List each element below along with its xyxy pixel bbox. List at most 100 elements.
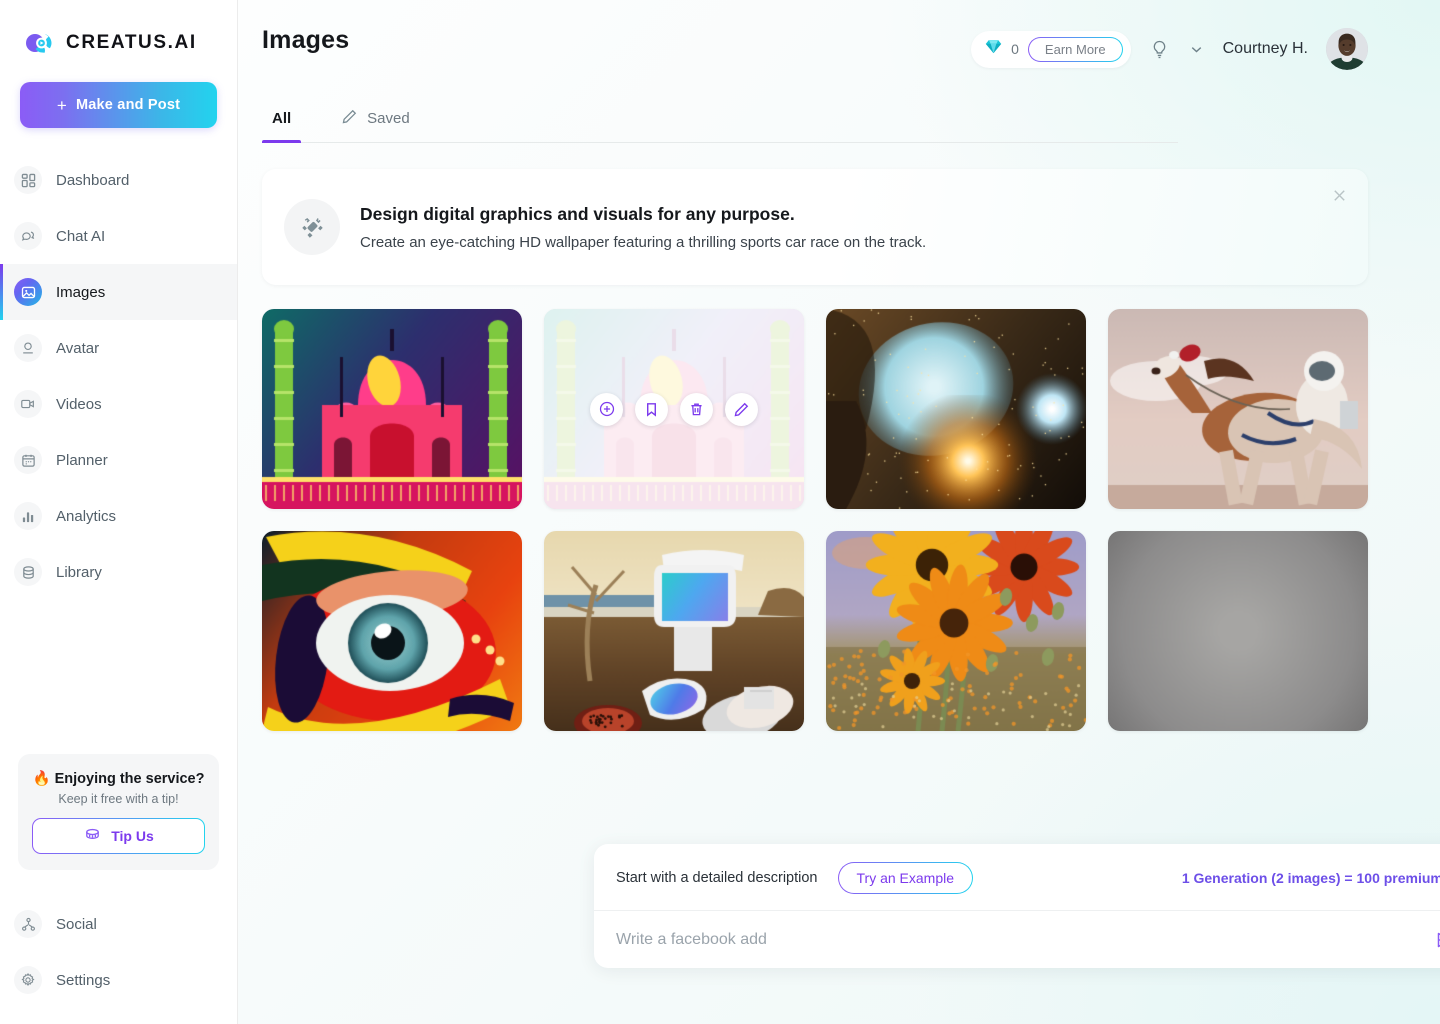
earn-more-button[interactable]: Earn More <box>1028 37 1123 62</box>
image-thumbnail <box>262 531 522 731</box>
sidebar-item-videos[interactable]: Videos <box>0 376 237 432</box>
make-and-post-button[interactable]: + Make and Post <box>20 82 217 128</box>
sidebar-item-chat-ai[interactable]: Chat AI <box>0 208 237 264</box>
chat-bubbles-icon <box>14 222 42 250</box>
prompt-input[interactable] <box>616 931 1419 949</box>
close-icon[interactable] <box>1331 187 1348 208</box>
page-title: Images <box>262 26 349 55</box>
tab-saved[interactable]: Saved <box>331 108 420 142</box>
make-and-post-label: Make and Post <box>76 97 180 113</box>
sidebar-item-library[interactable]: Library <box>0 544 237 600</box>
image-card-hover-actions <box>544 309 804 509</box>
avatar[interactable] <box>1326 28 1368 70</box>
tip-us-label: Tip Us <box>111 828 154 844</box>
sidebar-item-planner[interactable]: Planner <box>0 432 237 488</box>
sidebar-item-label: Images <box>56 284 105 301</box>
video-camera-icon <box>14 390 42 418</box>
image-thumbnail <box>544 531 804 731</box>
credit-count: 0 <box>1011 41 1019 57</box>
image-card[interactable] <box>262 309 522 509</box>
brand-name: CREATUS.AI <box>66 32 197 54</box>
pencil-icon <box>341 108 358 129</box>
sidebar-item-label: Planner <box>56 452 108 469</box>
image-thumbnail <box>1108 531 1368 731</box>
tip-card-subtitle: Keep it free with a tip! <box>32 792 205 806</box>
coin-icon <box>83 825 102 847</box>
plus-icon: + <box>57 97 67 114</box>
top-bar-right: 0 Earn More Courtney H. <box>971 28 1368 70</box>
database-stack-icon <box>14 558 42 586</box>
sidebar: CREATUS.AI + Make and Post Dashboard Cha… <box>0 0 238 1024</box>
user-name: Courtney H. <box>1223 40 1308 58</box>
app-root: CREATUS.AI + Make and Post Dashboard Cha… <box>0 0 1440 1024</box>
bar-chart-icon <box>14 502 42 530</box>
calendar-icon <box>14 446 42 474</box>
design-tools-icon <box>284 199 340 255</box>
image-card[interactable] <box>1108 531 1368 731</box>
prompt-label: Start with a detailed description <box>616 870 818 886</box>
sidebar-item-analytics[interactable]: Analytics <box>0 488 237 544</box>
prompt-panel: Start with a detailed description Try an… <box>594 844 1440 968</box>
image-grid <box>262 309 1368 731</box>
avatar-person-icon <box>14 334 42 362</box>
image-thumbnail <box>826 309 1086 509</box>
trash-icon[interactable] <box>680 393 713 426</box>
sidebar-item-label: Avatar <box>56 340 99 357</box>
try-an-example-button[interactable]: Try an Example <box>838 862 974 894</box>
promo-banner-text: Design digital graphics and visuals for … <box>360 204 926 251</box>
image-thumbnail <box>262 309 522 509</box>
promo-banner: Design digital graphics and visuals for … <box>262 169 1368 285</box>
creatus-flower-logo-icon <box>22 26 56 60</box>
tab-all[interactable]: All <box>262 108 301 142</box>
tab-label: Saved <box>367 110 410 127</box>
image-card[interactable] <box>262 531 522 731</box>
sidebar-item-label: Chat AI <box>56 228 105 245</box>
image-card[interactable] <box>544 309 804 509</box>
send-icon[interactable] <box>1433 929 1440 951</box>
generation-cost-note: 1 Generation (2 images) = 100 premium wo… <box>1182 870 1440 886</box>
promo-banner-subtitle: Create an eye-catching HD wallpaper feat… <box>360 234 926 251</box>
sidebar-nav: Dashboard Chat AI Images Avatar Videos P… <box>0 152 237 600</box>
image-icon <box>14 278 42 306</box>
sidebar-item-settings[interactable]: Settings <box>0 952 237 1008</box>
image-card[interactable] <box>1108 309 1368 509</box>
credits-pill: 0 Earn More <box>971 31 1131 68</box>
sidebar-bottom-nav: Social Settings <box>0 896 237 1024</box>
image-card[interactable] <box>544 531 804 731</box>
brand[interactable]: CREATUS.AI <box>0 0 237 62</box>
image-thumbnail <box>826 531 1086 731</box>
tab-label: All <box>272 110 291 127</box>
chevron-down-icon[interactable] <box>1188 41 1205 58</box>
image-card[interactable] <box>826 531 1086 731</box>
sidebar-item-images[interactable]: Images <box>0 264 237 320</box>
tip-us-button[interactable]: Tip Us <box>32 818 205 854</box>
sidebar-item-label: Library <box>56 564 102 581</box>
top-bar: Images 0 Earn More Courtney H. <box>238 0 1440 70</box>
image-thumbnail <box>1108 309 1368 509</box>
tip-card: 🔥 Enjoying the service? Keep it free wit… <box>18 754 219 870</box>
diamond-icon <box>985 39 1002 59</box>
social-network-icon <box>14 910 42 938</box>
bookmark-icon[interactable] <box>635 393 668 426</box>
main-content: Images 0 Earn More Courtney H. All Saved… <box>238 0 1440 1024</box>
gear-icon <box>14 966 42 994</box>
sidebar-item-label: Videos <box>56 396 102 413</box>
sidebar-item-label: Social <box>56 916 97 933</box>
lightbulb-icon[interactable] <box>1149 39 1170 60</box>
sidebar-item-dashboard[interactable]: Dashboard <box>0 152 237 208</box>
tabs: All Saved <box>262 108 1178 143</box>
sidebar-item-social[interactable]: Social <box>0 896 237 952</box>
plus-circle-icon[interactable] <box>590 393 623 426</box>
prompt-box: Start with a detailed description Try an… <box>594 844 1440 968</box>
tip-card-title: 🔥 Enjoying the service? <box>32 770 205 787</box>
prompt-input-row <box>594 910 1440 968</box>
sidebar-item-avatar[interactable]: Avatar <box>0 320 237 376</box>
prompt-header: Start with a detailed description Try an… <box>594 844 1440 910</box>
image-card[interactable] <box>826 309 1086 509</box>
promo-banner-title: Design digital graphics and visuals for … <box>360 204 926 225</box>
sidebar-spacer <box>0 600 237 754</box>
sidebar-item-label: Dashboard <box>56 172 129 189</box>
dashboard-grid-icon <box>14 166 42 194</box>
pencil-icon[interactable] <box>725 393 758 426</box>
sidebar-item-label: Analytics <box>56 508 116 525</box>
